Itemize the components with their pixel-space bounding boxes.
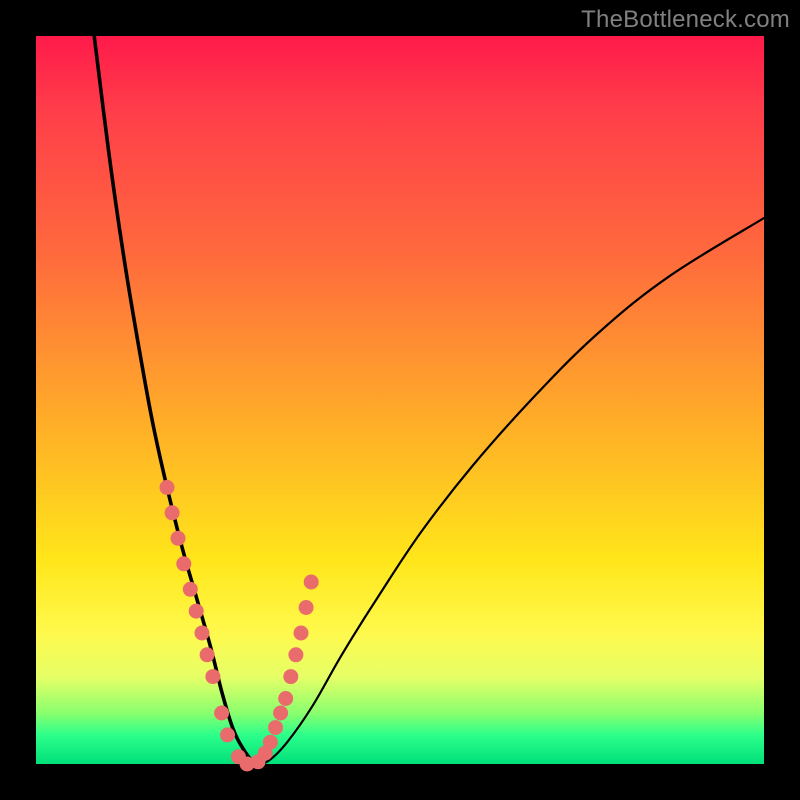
- highlight-marker: [183, 582, 198, 597]
- highlight-marker: [160, 480, 175, 495]
- highlight-marker: [299, 600, 314, 615]
- bottleneck-curve: [94, 36, 764, 765]
- watermark-text: TheBottleneck.com: [581, 6, 790, 34]
- highlight-marker: [220, 727, 235, 742]
- highlight-marker: [268, 720, 283, 735]
- highlight-marker: [205, 669, 220, 684]
- highlight-marker: [263, 735, 278, 750]
- highlight-marker: [171, 531, 186, 546]
- highlight-marker: [278, 691, 293, 706]
- curve-svg: [36, 36, 764, 764]
- highlight-marker: [195, 626, 210, 641]
- chart-frame: TheBottleneck.com: [0, 0, 800, 800]
- highlight-marker: [165, 505, 180, 520]
- highlight-marker: [283, 669, 298, 684]
- highlight-marker: [214, 706, 229, 721]
- highlight-marker: [176, 556, 191, 571]
- highlight-marker: [294, 626, 309, 641]
- highlight-marker: [288, 647, 303, 662]
- bottleneck-curve-left-heavy: [94, 36, 254, 764]
- highlight-marker: [304, 575, 319, 590]
- highlight-markers: [160, 480, 319, 772]
- highlight-marker: [200, 647, 215, 662]
- highlight-marker: [189, 604, 204, 619]
- plot-area: [36, 36, 764, 764]
- highlight-marker: [273, 706, 288, 721]
